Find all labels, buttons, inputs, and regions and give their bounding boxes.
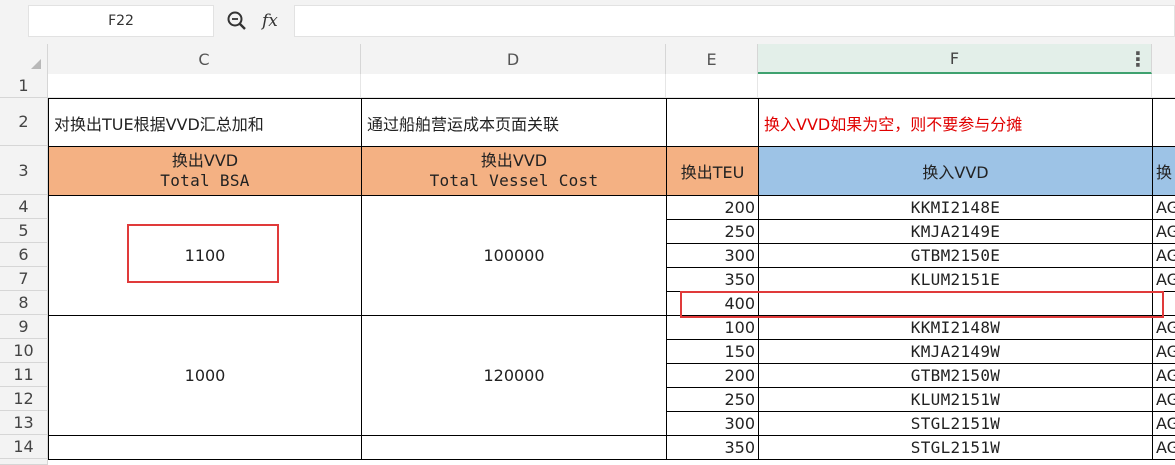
cell-c14[interactable] — [48, 435, 362, 460]
cell-d2[interactable]: 通过船舶营运成本页面关联 — [361, 98, 667, 147]
cell-e5[interactable]: 250 — [666, 219, 759, 244]
header-e-teu[interactable]: 换出TEU — [666, 146, 759, 196]
cell-g13[interactable]: AG — [1152, 411, 1175, 436]
row-header-12[interactable]: 12 — [0, 387, 48, 411]
cell-g6[interactable]: AG — [1152, 243, 1175, 268]
row-header-7[interactable]: 7 — [0, 267, 48, 291]
row-header-2[interactable]: 2 — [0, 98, 48, 146]
cell-e7[interactable]: 350 — [666, 267, 759, 292]
formula-bar: F22 fx — [0, 0, 1175, 44]
cell-e6[interactable]: 300 — [666, 243, 759, 268]
column-header-e[interactable]: E — [666, 44, 758, 74]
cell-d14[interactable] — [361, 435, 667, 460]
cell-f4[interactable]: KKMI2148E — [758, 195, 1153, 220]
cell-c2[interactable]: 对换出TUE根据VVD汇总加和 — [48, 98, 362, 147]
cell-d4-cost[interactable]: 100000 — [361, 195, 667, 316]
cell-f2[interactable]: 换入VVD如果为空，则不要参与分摊 — [758, 98, 1153, 147]
row-header-6[interactable]: 6 — [0, 243, 48, 267]
cell-f7[interactable]: KLUM2151E — [758, 267, 1153, 292]
row-header-1[interactable]: 1 — [0, 74, 48, 98]
cell-e12[interactable]: 250 — [666, 387, 759, 412]
gridline — [665, 74, 666, 98]
header-c-line2: Total BSA — [160, 171, 250, 190]
cell-e10[interactable]: 150 — [666, 339, 759, 364]
cell-g10[interactable]: AG — [1152, 339, 1175, 364]
column-header-f[interactable]: F — [758, 44, 1152, 74]
cell-g5[interactable]: AG — [1152, 219, 1175, 244]
row-header-4[interactable]: 4 — [0, 195, 48, 219]
cell-g7[interactable]: AG — [1152, 267, 1175, 292]
cell-c4-bsa[interactable]: 1100 — [48, 195, 362, 316]
cell-f6[interactable]: GTBM2150E — [758, 243, 1153, 268]
column-header-c[interactable]: C — [48, 44, 361, 74]
more-options-icon[interactable]: ⋮ — [1128, 47, 1148, 71]
header-d-total-vessel-cost[interactable]: 换出VVD Total Vessel Cost — [361, 146, 667, 196]
cell-f12[interactable]: KLUM2151W — [758, 387, 1153, 412]
row-header-14[interactable]: 14 — [0, 435, 48, 459]
column-header-d[interactable]: D — [361, 44, 666, 74]
cell-e13[interactable]: 300 — [666, 411, 759, 436]
cell-e4[interactable]: 200 — [666, 195, 759, 220]
cell-g14[interactable]: AG — [1152, 435, 1175, 460]
header-c-line1: 换出VVD — [171, 151, 239, 170]
header-c-total-bsa[interactable]: 换出VVD Total BSA — [48, 146, 362, 196]
cell-e8[interactable]: 400 — [666, 291, 759, 316]
cell-e11[interactable]: 200 — [666, 363, 759, 388]
gridline — [1151, 74, 1152, 98]
row-header-9[interactable]: 9 — [0, 315, 48, 339]
function-icon[interactable]: fx — [262, 9, 284, 33]
cell-g8[interactable] — [1152, 291, 1175, 316]
cell-g2[interactable] — [1152, 98, 1175, 147]
cell-f11[interactable]: GTBM2150W — [758, 363, 1153, 388]
header-d-line2: Total Vessel Cost — [429, 171, 599, 190]
formula-input[interactable] — [294, 5, 1175, 37]
column-header-g[interactable] — [1152, 44, 1175, 74]
row-header-5[interactable]: 5 — [0, 219, 48, 243]
name-box[interactable]: F22 — [28, 5, 214, 37]
row-header-11[interactable]: 11 — [0, 363, 48, 387]
row-header-8[interactable]: 8 — [0, 291, 48, 315]
row-header-3[interactable]: 3 — [0, 146, 48, 195]
cell-e2[interactable] — [666, 98, 759, 147]
header-g[interactable]: 换 — [1152, 146, 1175, 196]
select-all-corner[interactable] — [0, 44, 48, 74]
cell-g9[interactable]: AG — [1152, 315, 1175, 340]
header-f-vvd-in[interactable]: 换入VVD — [758, 146, 1153, 196]
cell-g4[interactable]: AG — [1152, 195, 1175, 220]
cell-g12[interactable]: AG — [1152, 387, 1175, 412]
row-header-10[interactable]: 10 — [0, 339, 48, 363]
cell-f14[interactable]: STGL2151W — [758, 435, 1153, 460]
gridline — [757, 74, 758, 98]
cell-e9[interactable]: 100 — [666, 315, 759, 340]
gridline — [360, 74, 361, 98]
cell-f8[interactable] — [758, 291, 1153, 316]
cell-f10[interactable]: KMJA2149W — [758, 339, 1153, 364]
cell-e14[interactable]: 350 — [666, 435, 759, 460]
cell-c9-bsa[interactable]: 1000 — [48, 315, 362, 436]
cell-g11[interactable]: AG — [1152, 363, 1175, 388]
header-d-line1: 换出VVD — [480, 151, 548, 170]
cell-d9-cost[interactable]: 120000 — [361, 315, 667, 436]
row-header-13[interactable]: 13 — [0, 411, 48, 435]
row-header-15[interactable] — [0, 459, 48, 465]
zoom-icon[interactable] — [226, 10, 248, 32]
cell-f9[interactable]: KKMI2148W — [758, 315, 1153, 340]
cell-f13[interactable]: STGL2151W — [758, 411, 1153, 436]
cell-f5[interactable]: KMJA2149E — [758, 219, 1153, 244]
select-all-icon — [31, 59, 41, 69]
